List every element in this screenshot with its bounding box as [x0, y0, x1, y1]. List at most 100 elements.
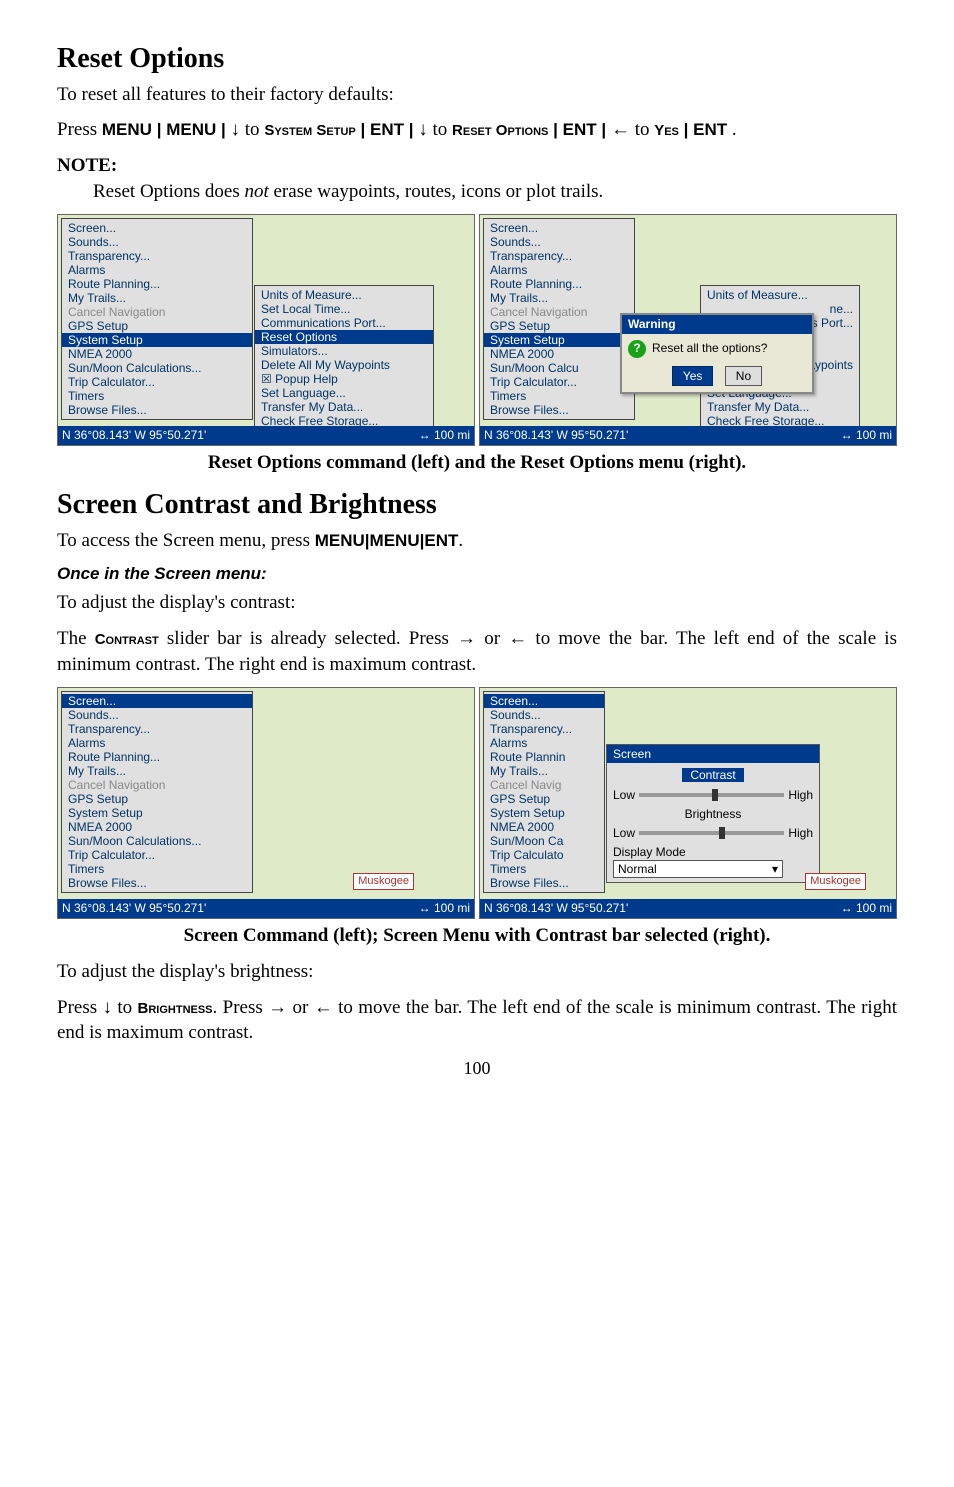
t: Reset Options does: [93, 181, 244, 202]
menu-item[interactable]: Timers: [484, 389, 634, 403]
menu-item[interactable]: Route Planning...: [484, 277, 634, 291]
submenu-item[interactable]: Delete All My Waypoints: [255, 358, 433, 372]
menu-item[interactable]: Browse Files...: [484, 403, 634, 417]
display-mode-dropdown[interactable]: Normal ▾: [613, 860, 783, 878]
menu-item[interactable]: NMEA 2000: [62, 820, 252, 834]
smallcaps-system-setup: System Setup: [264, 122, 355, 139]
menu-item[interactable]: My Trails...: [62, 291, 252, 305]
menu-item[interactable]: Route Planning...: [62, 750, 252, 764]
high-label: High: [788, 787, 813, 803]
no-button[interactable]: No: [725, 366, 762, 386]
menu-item[interactable]: Browse Files...: [484, 876, 604, 890]
submenu-item[interactable]: Transfer My Data...: [701, 400, 859, 414]
menu-item[interactable]: My Trails...: [484, 291, 634, 305]
menu-item[interactable]: Timers: [484, 862, 604, 876]
t: slider bar is already selected. Press → …: [57, 628, 897, 675]
menu-item[interactable]: Alarms: [62, 736, 252, 750]
menu-item[interactable]: Timers: [62, 389, 252, 403]
submenu-item[interactable]: Transfer My Data...: [255, 400, 433, 414]
submenu-item[interactable]: ☒ Popup Help: [255, 372, 433, 386]
menu-item[interactable]: My Trails...: [62, 764, 252, 778]
menu-item[interactable]: Browse Files...: [62, 876, 252, 890]
submenu-item[interactable]: Units of Measure...: [701, 288, 859, 302]
menu-item[interactable]: NMEA 2000: [62, 347, 252, 361]
menu-item[interactable]: NMEA 2000: [484, 347, 634, 361]
menu-item[interactable]: NMEA 2000: [484, 820, 604, 834]
menu-item[interactable]: System Setup: [484, 806, 604, 820]
menu-item[interactable]: Trip Calculator...: [62, 375, 252, 389]
menu-item[interactable]: Transparency...: [62, 722, 252, 736]
smallcaps-reset-options: Reset Options: [452, 122, 548, 139]
t: to: [433, 119, 453, 140]
menu-item[interactable]: GPS Setup: [484, 792, 604, 806]
menu-item[interactable]: Sounds...: [62, 708, 252, 722]
menu-item[interactable]: GPS Setup: [484, 319, 634, 333]
menu-item[interactable]: Sounds...: [484, 235, 634, 249]
main-menu: Screen... Sounds... Transparency... Alar…: [61, 691, 253, 893]
submenu-item[interactable]: Simulators...: [255, 344, 433, 358]
menu-item[interactable]: Sounds...: [484, 708, 604, 722]
figure-reset-options: Screen... Sounds... Transparency... Alar…: [57, 214, 897, 446]
menu-item-screen[interactable]: Screen...: [484, 694, 604, 708]
main-menu: Screen... Sounds... Transparency... Alar…: [61, 218, 253, 420]
t: .: [458, 530, 463, 551]
yes-button[interactable]: Yes: [672, 366, 714, 386]
menu-item[interactable]: My Trails...: [484, 764, 604, 778]
submenu-item[interactable]: Set Local Time...: [255, 302, 433, 316]
arrow-down-icon: ↓: [418, 119, 428, 140]
sep: |: [409, 120, 414, 139]
brightness-slider[interactable]: Low High: [613, 825, 813, 841]
menu-item[interactable]: Transparency...: [62, 249, 252, 263]
main-menu: Screen... Sounds... Transparency... Alar…: [483, 691, 605, 893]
menu-item[interactable]: Alarms: [484, 736, 604, 750]
contrast-label: Contrast: [682, 768, 743, 782]
main-menu: Screen... Sounds... Transparency... Alar…: [483, 218, 635, 420]
heading-reset-options: Reset Options: [57, 40, 897, 78]
slider-thumb[interactable]: [719, 827, 725, 839]
scale: ↔ 100 mi: [841, 900, 892, 917]
menu-item[interactable]: Screen...: [484, 221, 634, 235]
menu-item[interactable]: Sounds...: [62, 235, 252, 249]
menu-item[interactable]: Trip Calculator...: [62, 848, 252, 862]
menu-item[interactable]: Transparency...: [484, 249, 634, 263]
menu-item[interactable]: GPS Setup: [62, 319, 252, 333]
status-bar: N 36°08.143' W 95°50.271' ↔ 100 mi: [480, 899, 896, 918]
menu-item[interactable]: Screen...: [62, 221, 252, 235]
slider-track: [639, 831, 784, 835]
menu-item[interactable]: Sun/Moon Calculations...: [62, 834, 252, 848]
menu-item-screen[interactable]: Screen...: [62, 694, 252, 708]
menu-item[interactable]: GPS Setup: [62, 792, 252, 806]
menu-item[interactable]: Timers: [62, 862, 252, 876]
submenu-item[interactable]: Communications Port...: [255, 316, 433, 330]
coords: N 36°08.143' W 95°50.271': [62, 900, 206, 917]
menu-item[interactable]: Sun/Moon Ca: [484, 834, 604, 848]
menu-item[interactable]: Browse Files...: [62, 403, 252, 417]
submenu-item[interactable]: Units of Measure...: [255, 288, 433, 302]
menu-item[interactable]: Trip Calculator...: [484, 375, 634, 389]
menu-item[interactable]: Transparency...: [484, 722, 604, 736]
note-body: Reset Options does not erase waypoints, …: [93, 179, 897, 205]
menu-item[interactable]: Sun/Moon Calcu: [484, 361, 634, 375]
menu-item[interactable]: System Setup: [62, 806, 252, 820]
key-ent: ENT: [370, 120, 404, 139]
menu-item-system-setup[interactable]: System Setup: [62, 333, 252, 347]
status-bar: N 36°08.143' W 95°50.271' ↔ 100 mi: [58, 899, 474, 918]
menu-item[interactable]: Sun/Moon Calculations...: [62, 361, 252, 375]
menu-item-system-setup[interactable]: System Setup: [484, 333, 634, 347]
contrast-slider[interactable]: Low High: [613, 787, 813, 803]
low-label: Low: [613, 787, 635, 803]
slider-thumb[interactable]: [712, 789, 718, 801]
menu-item[interactable]: Alarms: [484, 263, 634, 277]
menu-item[interactable]: Alarms: [62, 263, 252, 277]
submenu-item-reset-options[interactable]: Reset Options: [255, 330, 433, 344]
arrow-down-icon: ↓: [231, 119, 241, 140]
slider-track: [639, 793, 784, 797]
scale: ↔ 100 mi: [419, 900, 470, 917]
menu-item-disabled: Cancel Navig: [484, 778, 604, 792]
menu-item[interactable]: Trip Calculato: [484, 848, 604, 862]
note-heading: NOTE:: [57, 153, 897, 179]
smallcaps-yes: Yes: [654, 122, 679, 139]
submenu-item[interactable]: Set Language...: [255, 386, 433, 400]
menu-item[interactable]: Route Plannin: [484, 750, 604, 764]
menu-item[interactable]: Route Planning...: [62, 277, 252, 291]
